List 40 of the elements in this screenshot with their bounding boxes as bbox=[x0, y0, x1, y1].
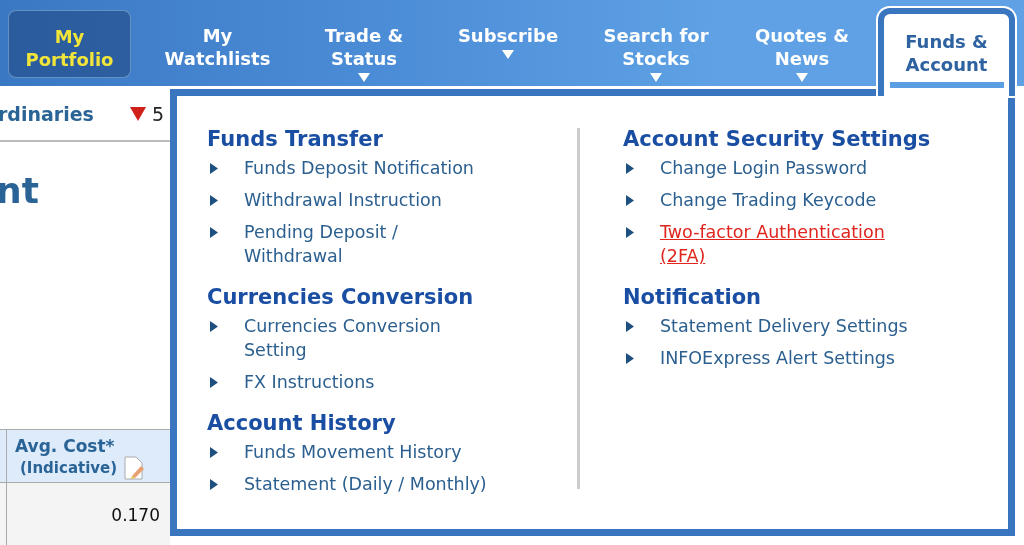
menu-section-heading: Account History bbox=[207, 410, 397, 437]
bullet-icon bbox=[210, 377, 218, 388]
nav-tab[interactable]: My Portfolio bbox=[8, 10, 131, 78]
menu-link[interactable]: Statement Delivery Settings bbox=[660, 314, 908, 338]
bullet-icon bbox=[626, 195, 634, 206]
down-triangle-icon bbox=[129, 107, 146, 121]
edit-icon[interactable] bbox=[123, 456, 146, 480]
menu-link[interactable]: Pending Deposit / Withdrawal bbox=[244, 220, 398, 268]
bullet-icon bbox=[210, 321, 218, 332]
menu-link[interactable]: Change Login Password bbox=[660, 156, 868, 180]
menu-link[interactable]: Currencies Conversion Setting bbox=[244, 314, 441, 362]
menu-link[interactable]: Funds Movement History bbox=[244, 440, 462, 464]
bullet-icon bbox=[210, 447, 218, 458]
menu-section-heading: Account Security Settings bbox=[623, 126, 931, 153]
menu-link[interactable]: Two-factor Authentication (2FA) bbox=[660, 220, 885, 268]
bullet-icon bbox=[626, 163, 634, 174]
menu-link[interactable]: FX Instructions bbox=[244, 370, 375, 394]
bullet-icon bbox=[626, 227, 634, 238]
bullet-icon bbox=[626, 321, 634, 332]
column-header-label: Avg. Cost* bbox=[15, 436, 116, 456]
index-name: rdinaries bbox=[0, 103, 94, 125]
bullet-icon bbox=[210, 227, 218, 238]
bullet-icon bbox=[210, 163, 218, 174]
column-header-sublabel: (Indicative) bbox=[20, 459, 118, 477]
nav-tab[interactable]: My Watchlists bbox=[137, 0, 298, 86]
table-cell-text: 0.170 bbox=[110, 504, 161, 527]
bullet-icon bbox=[626, 353, 634, 364]
menu-section-heading: Currencies Conversion bbox=[207, 284, 475, 311]
nav-tab[interactable]: Funds & Account bbox=[878, 8, 1015, 96]
bullet-icon bbox=[210, 195, 218, 206]
menu-link[interactable]: INFOExpress Alert Settings bbox=[660, 346, 895, 370]
index-change: 5 bbox=[151, 103, 164, 125]
menu-section-heading: Notification bbox=[623, 284, 763, 311]
menu-link[interactable]: Statement (Daily / Monthly) bbox=[244, 472, 487, 496]
menu-link[interactable]: Funds Deposit Notification bbox=[244, 156, 474, 180]
bullet-icon bbox=[210, 479, 218, 490]
menu-link[interactable]: Withdrawal Instruction bbox=[244, 188, 442, 212]
nav-tab[interactable]: Trade & Status bbox=[298, 0, 430, 86]
menu-link[interactable]: Change Trading Keycode bbox=[660, 188, 877, 212]
menu-section-heading: Funds Transfer bbox=[207, 126, 384, 153]
